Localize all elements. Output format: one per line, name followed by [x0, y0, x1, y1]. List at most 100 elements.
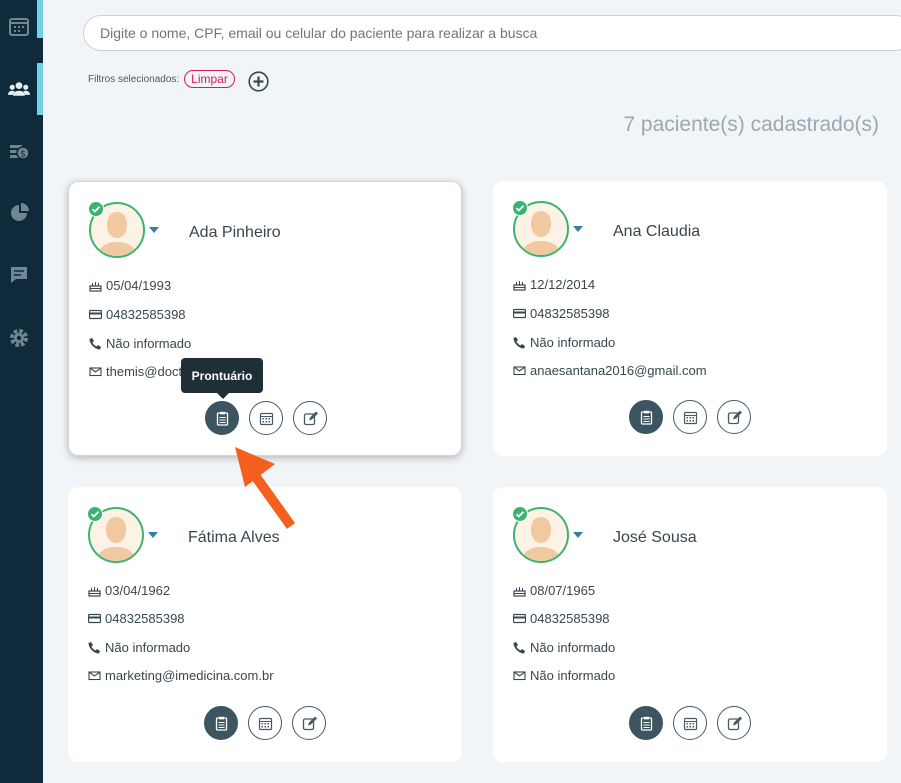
calendar-icon[interactable] [0, 6, 37, 46]
patient-card: Ada Pinheiro 05/04/1993 04832585398 Não … [68, 181, 462, 456]
edit-button[interactable] [293, 401, 327, 435]
phone-icon [89, 338, 101, 350]
cake-icon [513, 587, 526, 597]
edit-icon [727, 716, 742, 730]
phone-icon [513, 337, 525, 349]
phone: Não informado [88, 640, 190, 655]
card-actions [629, 400, 751, 434]
patients-icon[interactable] [0, 69, 37, 109]
edit-icon [302, 716, 317, 730]
filters-label: Filtros selecionados: [88, 73, 180, 85]
birth-date: 05/04/1993 [89, 278, 171, 293]
edit-button[interactable] [717, 400, 751, 434]
patient-card: Ana Claudia 12/12/2014 04832585398 Não i… [493, 181, 887, 456]
birth-date: 12/12/2014 [513, 277, 595, 292]
schedule-button[interactable] [673, 400, 707, 434]
status-check-icon [512, 200, 528, 216]
document-value: 04832585398 [530, 611, 610, 626]
search-bar[interactable] [83, 15, 901, 51]
birth-date-value: 05/04/1993 [106, 278, 172, 293]
edit-button[interactable] [292, 706, 326, 740]
status-check-icon [87, 506, 103, 522]
schedule-button[interactable] [248, 706, 282, 740]
status-check-icon [512, 506, 528, 522]
svg-text:$: $ [20, 150, 26, 160]
sidebar-active-indicator [37, 63, 43, 115]
card-actions [204, 706, 326, 740]
card-icon [513, 613, 526, 624]
medical-record-tooltip: Prontuário [181, 358, 263, 399]
phone: Não informado [513, 640, 615, 655]
email: marketing@imedicina.com.br [88, 668, 274, 683]
card-actions [629, 706, 751, 740]
medical-record-button[interactable] [629, 706, 663, 740]
calendar-icon [683, 411, 697, 424]
calendar-icon [259, 412, 273, 425]
patient-name: Ana Claudia [613, 223, 701, 240]
clipboard-icon [215, 716, 227, 731]
messages-icon[interactable] [0, 255, 37, 295]
document-value: 04832585398 [105, 611, 185, 626]
medical-record-button[interactable] [629, 400, 663, 434]
calendar-icon [683, 717, 697, 730]
birth-date: 03/04/1962 [88, 583, 170, 598]
phone: Não informado [89, 336, 191, 351]
annotation-arrow-icon [235, 447, 296, 529]
chevron-down-icon[interactable] [149, 227, 159, 233]
document: 04832585398 [89, 307, 186, 322]
settings-icon[interactable] [0, 318, 37, 358]
clipboard-icon [640, 716, 652, 731]
phone: Não informado [513, 335, 615, 350]
phone-value: Não informado [105, 640, 191, 655]
card-icon [513, 308, 526, 319]
birth-date-value: 03/04/1962 [105, 583, 171, 598]
email-value: anaesantana2016@gmail.com [530, 363, 707, 378]
medical-record-button[interactable] [204, 706, 238, 740]
filters-row: Filtros selecionados: Limpar [88, 70, 235, 88]
billing-icon[interactable]: $ [0, 131, 37, 171]
phone-icon [88, 642, 100, 654]
chevron-down-icon[interactable] [573, 226, 583, 232]
mail-icon [88, 671, 101, 681]
email: anaesantana2016@gmail.com [513, 363, 707, 378]
patient-card: José Sousa 08/07/1965 04832585398 Não in… [493, 487, 887, 762]
clear-filters-chip[interactable]: Limpar [184, 70, 235, 88]
card-actions [205, 401, 327, 435]
status-check-icon [88, 201, 104, 217]
email-value: themis@doct [106, 364, 183, 379]
sidebar: $ [0, 0, 43, 783]
calendar-icon [258, 717, 272, 730]
cake-icon [89, 282, 102, 292]
clipboard-icon [216, 411, 228, 426]
email: themis@doct [89, 364, 182, 379]
chevron-down-icon[interactable] [148, 532, 158, 538]
birth-date: 08/07/1965 [513, 583, 595, 598]
reports-icon[interactable] [0, 193, 37, 233]
edit-icon [727, 410, 742, 424]
phone-value: Não informado [530, 640, 616, 655]
document: 04832585398 [88, 611, 185, 626]
sidebar-accent [37, 0, 43, 38]
medical-record-button[interactable] [205, 401, 239, 435]
cake-icon [513, 281, 526, 291]
email-value: marketing@imedicina.com.br [105, 668, 274, 683]
document-value: 04832585398 [530, 306, 610, 321]
schedule-button[interactable] [249, 401, 283, 435]
clipboard-icon [640, 410, 652, 425]
search-input[interactable] [84, 16, 901, 50]
phone-value: Não informado [106, 336, 192, 351]
edit-button[interactable] [717, 706, 751, 740]
document: 04832585398 [513, 611, 610, 626]
email: Não informado [513, 668, 615, 683]
mail-icon [513, 671, 526, 681]
cake-icon [88, 587, 101, 597]
card-icon [89, 309, 102, 320]
mail-icon [89, 367, 102, 377]
phone-icon [513, 642, 525, 654]
add-filter-icon[interactable] [248, 71, 269, 92]
patient-name: José Sousa [613, 529, 697, 546]
document: 04832585398 [513, 306, 610, 321]
schedule-button[interactable] [673, 706, 707, 740]
chevron-down-icon[interactable] [573, 532, 583, 538]
email-value: Não informado [530, 668, 616, 683]
